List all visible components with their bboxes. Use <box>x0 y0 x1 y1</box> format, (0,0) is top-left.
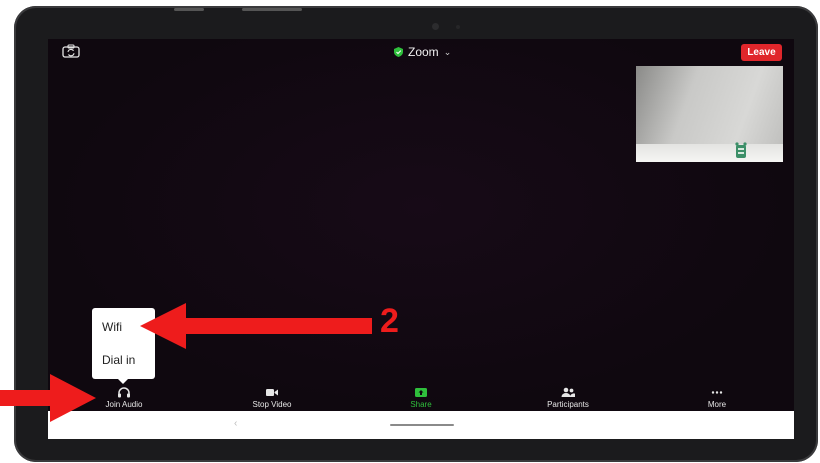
audio-option-wifi[interactable]: Wifi <box>102 320 122 334</box>
figurine-image <box>735 142 747 158</box>
chevron-down-icon: ⌄ <box>443 46 452 57</box>
annotation-step-number: 2 <box>380 302 399 340</box>
shield-check-icon <box>394 47 403 57</box>
self-view-floor <box>636 144 783 162</box>
stop-video-button[interactable]: Stop Video <box>232 387 312 409</box>
self-view-video[interactable] <box>636 66 783 162</box>
menu-pointer <box>118 379 128 384</box>
stop-video-label: Stop Video <box>252 400 292 409</box>
headphones-icon <box>118 387 130 398</box>
switch-camera-icon[interactable] <box>62 44 80 58</box>
share-button[interactable]: Share <box>381 387 461 409</box>
nav-back-button[interactable]: ‹ <box>234 418 237 429</box>
share-label: Share <box>410 400 432 409</box>
more-button[interactable]: More <box>677 387 757 409</box>
more-label: More <box>707 400 727 409</box>
annotation-arrow-to-wifi <box>140 303 372 349</box>
light-sensor <box>456 25 460 29</box>
participants-label: Participants <box>547 400 589 409</box>
main-video-area: Zoom ⌄ Leave Wifi Dial in Join Audio Sto… <box>48 39 794 411</box>
participants-icon <box>561 387 575 397</box>
volume-button <box>174 8 204 11</box>
nav-home-gesture-bar[interactable] <box>390 424 454 426</box>
front-camera <box>432 23 439 30</box>
meeting-toolbar: Join Audio Stop Video Share Participants… <box>48 387 794 411</box>
join-audio-label: Join Audio <box>105 400 143 409</box>
meeting-title-text: Zoom <box>408 45 439 59</box>
audio-option-dial-in[interactable]: Dial in <box>102 353 135 367</box>
power-button <box>242 8 302 11</box>
video-camera-icon <box>266 389 278 396</box>
more-dots-icon <box>711 391 723 394</box>
join-audio-button[interactable]: Join Audio <box>84 387 164 409</box>
meeting-title[interactable]: Zoom ⌄ <box>394 45 451 59</box>
leave-button[interactable]: Leave <box>741 44 782 61</box>
android-nav-bar: ‹ <box>48 411 794 439</box>
participants-button[interactable]: Participants <box>528 387 608 409</box>
annotation-arrow-to-join-audio <box>0 374 96 422</box>
share-screen-icon <box>415 388 427 397</box>
zoom-meeting-screen: Zoom ⌄ Leave Wifi Dial in Join Audio Sto… <box>48 39 794 439</box>
